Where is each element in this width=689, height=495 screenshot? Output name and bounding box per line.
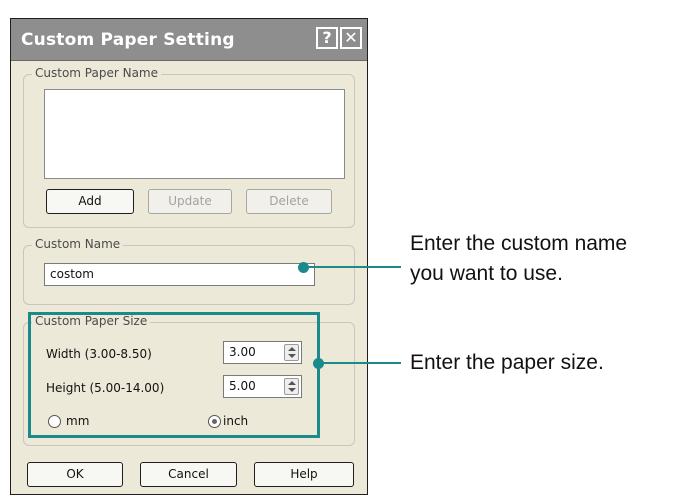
cancel-button[interactable]: Cancel	[140, 462, 237, 487]
custom-paper-name-group: Custom Paper Name Add Update Delete	[23, 66, 355, 228]
add-button[interactable]: Add	[46, 189, 134, 214]
custom-name-group: Custom Name costom	[23, 237, 355, 305]
size-callout-line	[321, 362, 401, 364]
custom-paper-name-legend: Custom Paper Name	[32, 66, 161, 80]
update-button[interactable]: Update	[148, 189, 232, 214]
title-bar[interactable]: Custom Paper Setting ? ✕	[11, 19, 367, 61]
delete-button[interactable]: Delete	[246, 189, 332, 214]
name-callout-line1: Enter the custom name	[410, 232, 628, 255]
name-callout-line2: you want to use.	[410, 262, 563, 285]
size-callout-text: Enter the paper size.	[410, 351, 604, 374]
custom-paper-name-list[interactable]	[44, 89, 345, 179]
name-callout-line	[306, 266, 401, 268]
ok-button[interactable]: OK	[27, 462, 123, 487]
close-icon[interactable]: ✕	[340, 27, 362, 49]
name-callout-text: Enter the custom name you want to use.	[410, 229, 627, 289]
help-icon[interactable]: ?	[316, 27, 338, 49]
custom-name-input[interactable]: costom	[44, 263, 315, 286]
dialog-title: Custom Paper Setting	[21, 30, 235, 50]
custom-name-legend: Custom Name	[32, 237, 124, 251]
paper-size-highlight-box	[28, 312, 320, 438]
help-button[interactable]: Help	[254, 462, 354, 487]
